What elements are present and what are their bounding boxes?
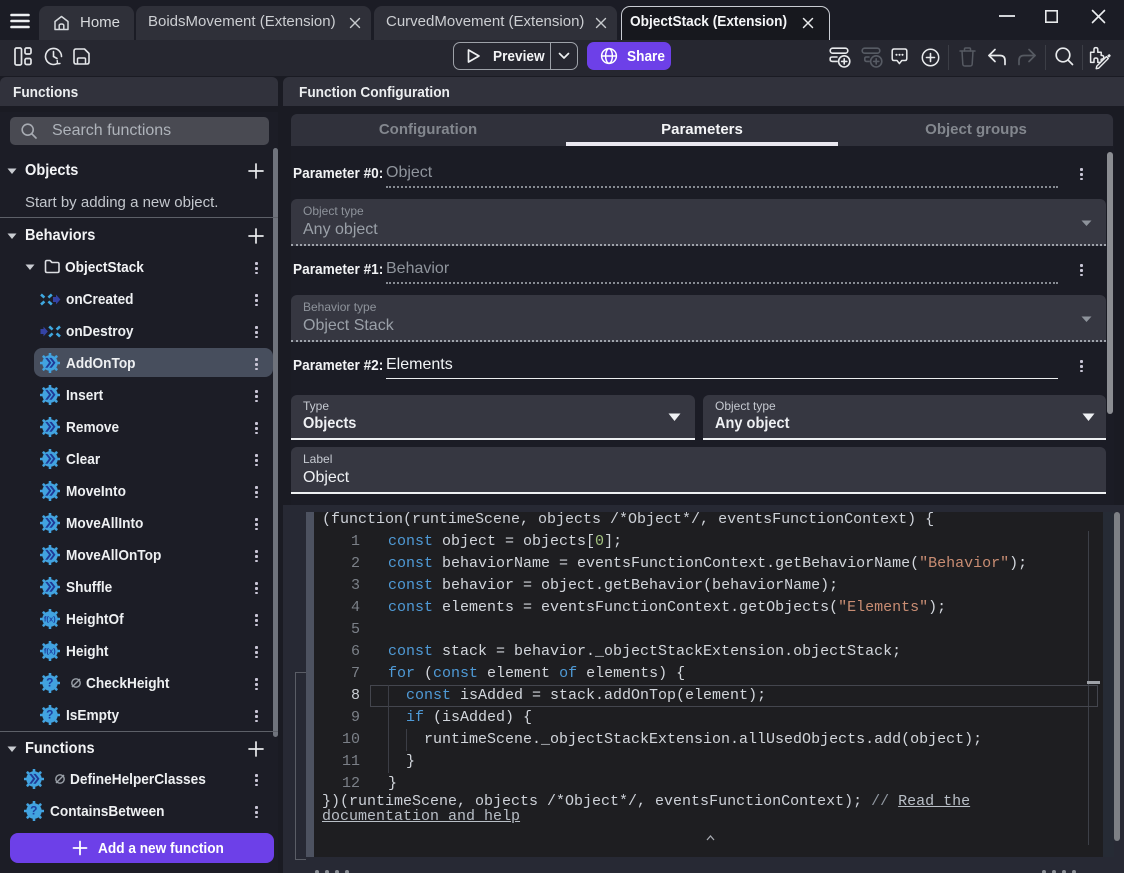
svg-text:f(x): f(x) (44, 647, 56, 656)
svg-text:?: ? (46, 676, 53, 690)
svg-text:?: ? (30, 804, 37, 818)
svg-text:?: ? (46, 708, 53, 722)
svg-text:f(x): f(x) (44, 615, 56, 624)
